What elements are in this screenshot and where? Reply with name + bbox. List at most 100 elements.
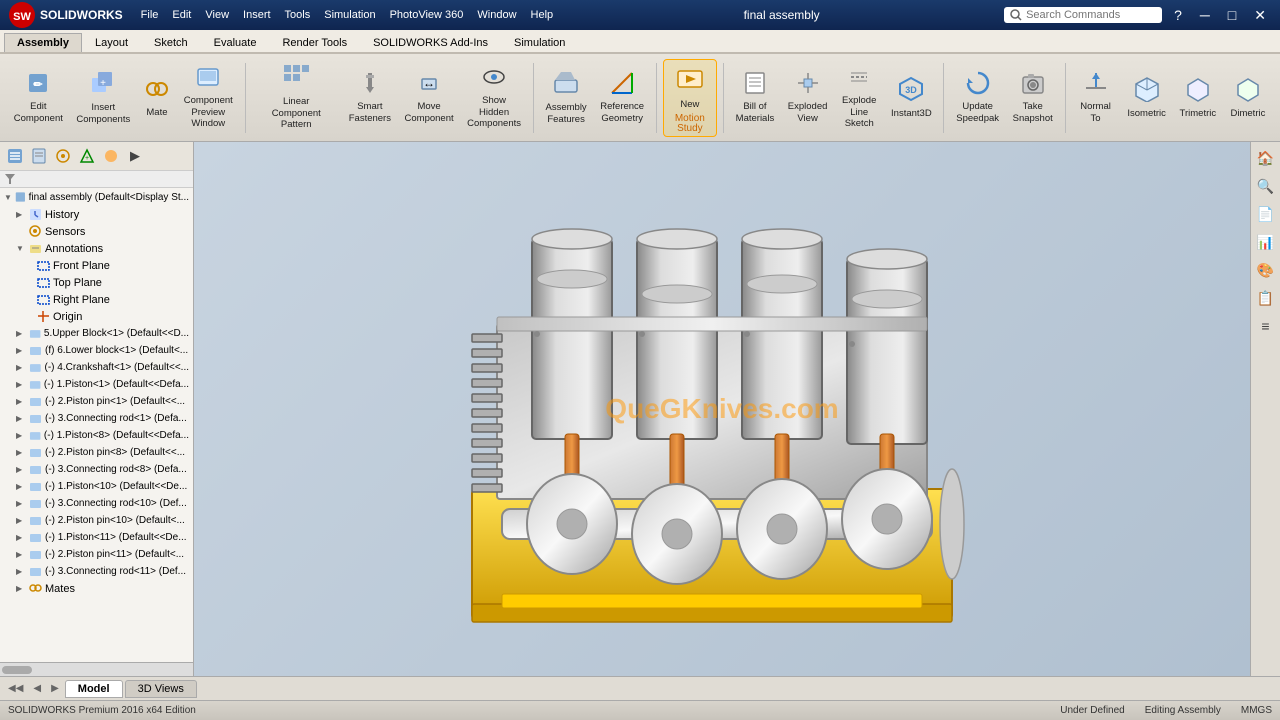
tab-evaluate[interactable]: Evaluate (201, 33, 270, 52)
right-plane-icon (37, 293, 50, 306)
menu-view[interactable]: View (199, 7, 235, 23)
tree-item-connecting-rod11[interactable]: ▶ (-) 3.Connecting rod<11> (Def... (0, 563, 193, 580)
search-icon (1010, 9, 1022, 21)
smart-fasteners-button[interactable]: SmartFasteners (343, 59, 397, 137)
update-speedpak-button[interactable]: UpdateSpeedpak (950, 59, 1004, 137)
instant3d-button[interactable]: 3D Instant3D (885, 59, 937, 137)
history-icon (29, 208, 42, 221)
menu-tools[interactable]: Tools (279, 7, 317, 23)
tree-item-connecting-rod1[interactable]: ▶ (-) 3.Connecting rod<1> (Defa... (0, 410, 193, 427)
normal-to-icon (1084, 71, 1108, 99)
tab-assembly[interactable]: Assembly (4, 33, 82, 52)
nav-prev-button[interactable]: ◀◀ (4, 683, 27, 694)
assembly-features-button[interactable]: AssemblyFeatures (540, 59, 593, 137)
normal-to-label: NormalTo (1080, 101, 1111, 124)
viewport[interactable]: QueGKnives.com (194, 142, 1250, 676)
tab-solidworks-addins[interactable]: SOLIDWORKS Add-Ins (360, 33, 501, 52)
mate-button[interactable]: Mate (138, 59, 176, 137)
tree-item-front-plane[interactable]: Front Plane (0, 257, 193, 274)
tree-filter-bar (0, 171, 193, 188)
assembly-features-label: AssemblyFeatures (546, 102, 587, 125)
minimize-button[interactable]: ─ (1194, 7, 1216, 23)
feature-tree-content[interactable]: ▼ final assembly (Default<Display St... … (0, 188, 193, 662)
menu-help[interactable]: Help (525, 7, 560, 23)
tab-layout[interactable]: Layout (82, 33, 141, 52)
normal-to-button[interactable]: NormalTo (1072, 59, 1120, 137)
tree-item-top-plane[interactable]: Top Plane (0, 274, 193, 291)
tree-item-connecting-rod10[interactable]: ▶ (-) 3.Connecting rod<10> (Def... (0, 495, 193, 512)
view-scenes-button[interactable]: 📋 (1254, 286, 1278, 310)
tree-scrollbar[interactable] (0, 662, 193, 676)
tree-item-piston11[interactable]: ▶ (-) 1.Piston<11> (Default<<De... (0, 529, 193, 546)
search-input[interactable] (1026, 9, 1156, 21)
tree-item-connecting-rod8[interactable]: ▶ (-) 3.Connecting rod<8> (Defa... (0, 461, 193, 478)
close-button[interactable]: ✕ (1248, 7, 1272, 24)
dimxpert-button[interactable]: + (76, 145, 98, 167)
tree-item-annotations[interactable]: ▼ Annotations (0, 240, 193, 257)
tree-item-history[interactable]: ▶ History (0, 206, 193, 223)
tab-sketch[interactable]: Sketch (141, 33, 201, 52)
view-tasks-button[interactable]: ≡ (1254, 314, 1278, 338)
tab-model[interactable]: Model (65, 680, 123, 698)
move-component-button[interactable]: ↔ MoveComponent (399, 59, 460, 137)
trimetric-button[interactable]: Trimetric (1174, 59, 1222, 137)
insert-components-button[interactable]: + InsertComponents (71, 59, 136, 137)
view-display-button[interactable]: 📊 (1254, 230, 1278, 254)
tree-item-piston1[interactable]: ▶ (-) 1.Piston<1> (Default<<Defa... (0, 376, 193, 393)
tree-item-mates[interactable]: ▶ Mates (0, 580, 193, 597)
show-hidden-button[interactable]: ShowHiddenComponents (461, 59, 526, 137)
new-motion-study-button[interactable]: New (666, 62, 714, 114)
component-preview-button[interactable]: ComponentPreviewWindow (178, 59, 239, 137)
scrollbar-thumb[interactable] (2, 666, 32, 674)
feature-manager-button[interactable] (4, 145, 26, 167)
nav-back-button[interactable]: ◀ (29, 683, 45, 694)
linear-pattern-button[interactable]: Linear ComponentPattern (252, 59, 341, 137)
search-box[interactable] (1004, 7, 1162, 23)
tab-render-tools[interactable]: Render Tools (269, 33, 360, 52)
reference-geometry-button[interactable]: ReferenceGeometry (594, 59, 649, 137)
tab-3d-views[interactable]: 3D Views (125, 680, 197, 698)
view-settings-button[interactable]: 🏠 (1254, 146, 1278, 170)
tree-root[interactable]: ▼ final assembly (Default<Display St... (0, 188, 193, 206)
menu-window[interactable]: Window (471, 7, 522, 23)
tree-item-lower-block[interactable]: ▶ (f) 6.Lower block<1> (Default<... (0, 342, 193, 359)
tree-item-upper-block[interactable]: ▶ 5.Upper Block<1> (Default<<D... (0, 325, 193, 342)
help-icon[interactable]: ? (1168, 7, 1188, 23)
menu-simulation[interactable]: Simulation (318, 7, 381, 23)
tree-item-right-plane[interactable]: Right Plane (0, 291, 193, 308)
mates-icon (29, 582, 42, 595)
tree-item-piston8[interactable]: ▶ (-) 1.Piston<8> (Default<<Defa... (0, 427, 193, 444)
menu-insert[interactable]: Insert (237, 7, 277, 23)
view-section-button[interactable]: 📄 (1254, 202, 1278, 226)
view-zoom-button[interactable]: 🔍 (1254, 174, 1278, 198)
maximize-button[interactable]: □ (1222, 7, 1242, 23)
component-preview-icon (196, 65, 220, 93)
menu-photoview[interactable]: PhotoView 360 (384, 7, 470, 23)
feature-tree-panel: + ▶ ▼ final assembly (Default<Display St… (0, 142, 194, 676)
tree-item-origin[interactable]: Origin (0, 308, 193, 325)
take-snapshot-button[interactable]: TakeSnapshot (1007, 59, 1059, 137)
expand-icon[interactable]: ▶ (124, 145, 146, 167)
config-manager-button[interactable] (52, 145, 74, 167)
dimetric-button[interactable]: Dimetric (1224, 59, 1272, 137)
tree-item-piston-pin10[interactable]: ▶ (-) 2.Piston pin<10> (Default<... (0, 512, 193, 529)
component-icon-1 (29, 344, 42, 357)
menu-edit[interactable]: Edit (166, 7, 197, 23)
tree-item-crankshaft[interactable]: ▶ (-) 4.Crankshaft<1> (Default<<... (0, 359, 193, 376)
property-manager-button[interactable] (28, 145, 50, 167)
tree-item-piston-pin11[interactable]: ▶ (-) 2.Piston pin<11> (Default<... (0, 546, 193, 563)
tab-simulation[interactable]: Simulation (501, 33, 578, 52)
view-appearance-button[interactable]: 🎨 (1254, 258, 1278, 282)
tree-item-sensors[interactable]: Sensors (0, 223, 193, 240)
menu-file[interactable]: File (135, 7, 165, 23)
tree-item-piston-pin1[interactable]: ▶ (-) 2.Piston pin<1> (Default<<... (0, 393, 193, 410)
display-manager-button[interactable] (100, 145, 122, 167)
edit-component-button[interactable]: ✏ EditComponent (8, 59, 69, 137)
tree-item-piston-pin8[interactable]: ▶ (-) 2.Piston pin<8> (Default<<... (0, 444, 193, 461)
tree-item-piston10[interactable]: ▶ (-) 1.Piston<10> (Default<<De... (0, 478, 193, 495)
nav-forward-button[interactable]: ▶ (47, 683, 63, 694)
exploded-view-button[interactable]: ExplodedView (782, 59, 833, 137)
isometric-button[interactable]: Isometric (1122, 59, 1172, 137)
explode-line-button[interactable]: ExplodeLineSketch (835, 59, 883, 137)
bill-of-materials-button[interactable]: Bill ofMaterials (730, 59, 780, 137)
